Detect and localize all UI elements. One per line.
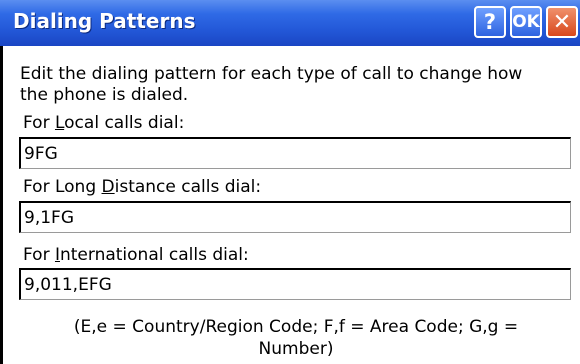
dialog-body: Edit the dialing pattern for each type o…	[0, 46, 580, 364]
instructions-line-2: the phone is dialed.	[20, 85, 189, 105]
ok-button[interactable]: OK	[510, 6, 542, 38]
help-button[interactable]: ?	[474, 6, 506, 38]
long-distance-calls-label: For Long Distance calls dial:	[23, 177, 261, 197]
title-bar[interactable]: Dialing Patterns ? OK ✕	[0, 0, 580, 46]
close-button[interactable]: ✕	[546, 6, 578, 38]
long-distance-label-suffix: istance calls dial:	[114, 177, 262, 197]
instructions-line-1: Edit the dialing pattern for each type o…	[20, 64, 523, 84]
long-distance-label-prefix: For Long	[23, 177, 102, 197]
long-distance-label-accesskey: D	[101, 177, 115, 197]
code-legend-line-1: (E,e = Country/Region Code; F,f = Area C…	[73, 317, 519, 337]
local-label-suffix: ocal calls dial:	[64, 113, 185, 133]
international-calls-field[interactable]	[19, 268, 571, 300]
code-legend: (E,e = Country/Region Code; F,f = Area C…	[20, 316, 572, 360]
window-title: Dialing Patterns	[13, 9, 196, 33]
close-icon: ✕	[552, 9, 572, 35]
dialing-patterns-dialog: Dialing Patterns ? OK ✕ Edit the dialing…	[0, 0, 580, 364]
long-distance-calls-field[interactable]	[19, 201, 571, 233]
local-label-accesskey: L	[54, 113, 65, 133]
local-calls-field[interactable]	[19, 137, 571, 169]
local-calls-label: For Local calls dial:	[23, 113, 184, 133]
international-label-suffix: nternational calls dial:	[59, 245, 249, 265]
local-label-prefix: For	[23, 113, 55, 133]
question-mark-icon: ?	[483, 10, 497, 34]
international-calls-label: For International calls dial:	[23, 245, 249, 265]
ok-button-label: OK	[512, 12, 540, 32]
international-label-prefix: For	[23, 245, 55, 265]
code-legend-line-2: Number)	[258, 339, 334, 359]
